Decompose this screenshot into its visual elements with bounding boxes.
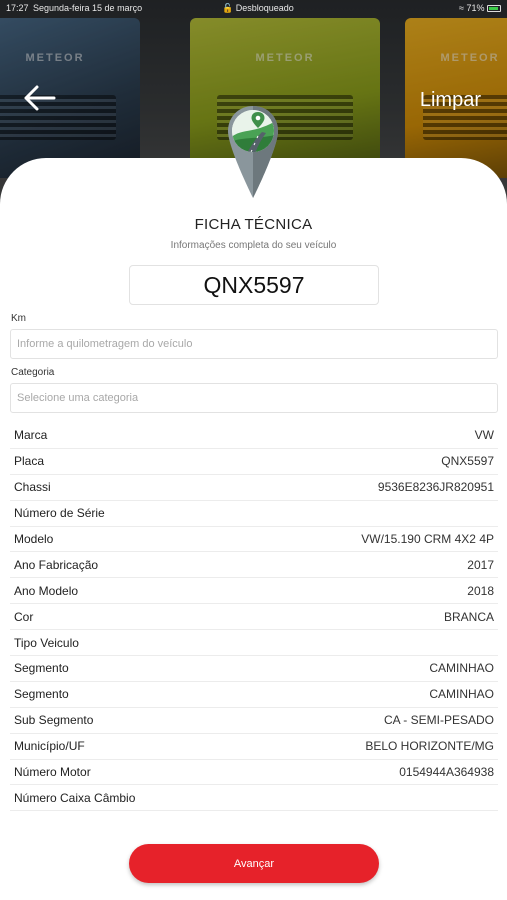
spec-label: Número Motor — [14, 765, 91, 780]
spec-value: 9536E8236JR820951 — [377, 480, 494, 495]
spec-row-tipo-veiculo: Tipo Veiculo — [10, 630, 498, 657]
spec-label: Ano Fabricação — [14, 557, 99, 572]
spec-label: Número de Série — [14, 506, 105, 521]
spec-label: Tipo Veiculo — [14, 635, 79, 650]
page-subtitle: Informações completa do seu veículo — [170, 240, 337, 251]
spec-row-sub-segmento: Sub Segmento CA - SEMI-PESADO — [10, 708, 498, 734]
next-button[interactable]: Avançar — [129, 844, 379, 883]
status-battery: ≈ 71% — [459, 3, 501, 13]
spec-row-numero-motor: Número Motor 0154944A364938 — [10, 760, 498, 786]
category-select[interactable] — [10, 383, 498, 413]
spec-label: Modelo — [14, 532, 54, 546]
spec-row-municipio-uf: Município/UF BELO HORIZONTE/MG — [10, 734, 498, 760]
spec-row-segmento: Segmento CAMINHAO — [10, 656, 498, 682]
battery-icon — [487, 5, 501, 13]
spec-label: Segmento — [14, 661, 69, 676]
spec-row-ano-fabricacao: Ano Fabricação 2017 — [10, 552, 498, 579]
spec-row-numero-caixa-cambio: Número Caixa Câmbio — [10, 785, 498, 812]
spec-label: Ano Modelo — [14, 583, 79, 598]
spec-value: 0154944A364938 — [399, 765, 494, 780]
wifi-icon: ≈ — [459, 3, 464, 13]
spec-label: Cor — [14, 609, 34, 624]
km-input[interactable] — [10, 329, 498, 359]
spec-value: QNX5597 — [441, 454, 494, 469]
spec-row-chassi: Chassi 9536E8236JR820951 — [10, 475, 498, 501]
spec-label: Município/UF — [14, 739, 85, 754]
lock-icon: 🔓 — [222, 3, 234, 13]
spec-value: VW/15.190 CRM 4X2 4P — [361, 532, 494, 546]
status-bar: 17:27 Segunda-feira 15 de março 🔓 Desblo… — [0, 0, 507, 18]
spec-row-modelo: Modelo VW/15.190 CRM 4X2 4P — [10, 527, 498, 553]
spec-row-ano-modelo: Ano Modelo 2018 — [10, 578, 498, 605]
battery-percent: 71% — [466, 3, 485, 13]
clear-button[interactable]: Limpar — [420, 89, 481, 112]
spec-row-numero-serie: Número de Série — [10, 501, 498, 527]
spec-label: Segmento — [14, 687, 69, 702]
arrow-left-icon — [24, 85, 56, 111]
spec-value: BELO HORIZONTE/MG — [365, 739, 494, 754]
spec-label: Chassi — [14, 480, 51, 495]
status-time: 17:27 — [6, 3, 29, 13]
status-lock-text: Desbloqueado — [235, 3, 294, 13]
category-label: Categoria — [11, 367, 55, 378]
spec-value: 2017 — [467, 557, 494, 572]
spec-value: BRANCA — [443, 609, 494, 624]
spec-label: Marca — [14, 428, 48, 443]
spec-table: Marca VW Placa QNX5597 Chassi 9536E8236JR82… — [10, 423, 498, 812]
spec-value: VW — [474, 428, 494, 443]
status-date: Segunda-feira 15 de março — [33, 3, 143, 13]
spec-row-placa: Placa QNX5597 — [10, 449, 498, 475]
spec-value: CAMINHAO — [429, 661, 494, 676]
spec-label: Sub Segmento — [14, 713, 94, 728]
plate-display: QNX5597 — [129, 265, 379, 305]
spec-value: 2018 — [467, 583, 494, 598]
spec-value: CAMINHAO — [429, 687, 494, 702]
km-label: Km — [11, 313, 26, 324]
page-title: FICHA TÉCNICA — [194, 216, 313, 233]
spec-row-segmento-2: Segmento CAMINHAO — [10, 682, 498, 708]
spec-row-marca: Marca VW — [10, 423, 498, 449]
status-lock: 🔓 Desbloqueado — [222, 3, 294, 14]
spec-label: Placa — [14, 454, 45, 469]
spec-row-cor: Cor BRANCA — [10, 604, 498, 631]
back-button[interactable] — [22, 82, 58, 114]
spec-label: Número Caixa Câmbio — [14, 790, 136, 805]
spec-value: CA - SEMI-PESADO — [383, 713, 494, 728]
map-pin-road-icon — [228, 106, 278, 198]
